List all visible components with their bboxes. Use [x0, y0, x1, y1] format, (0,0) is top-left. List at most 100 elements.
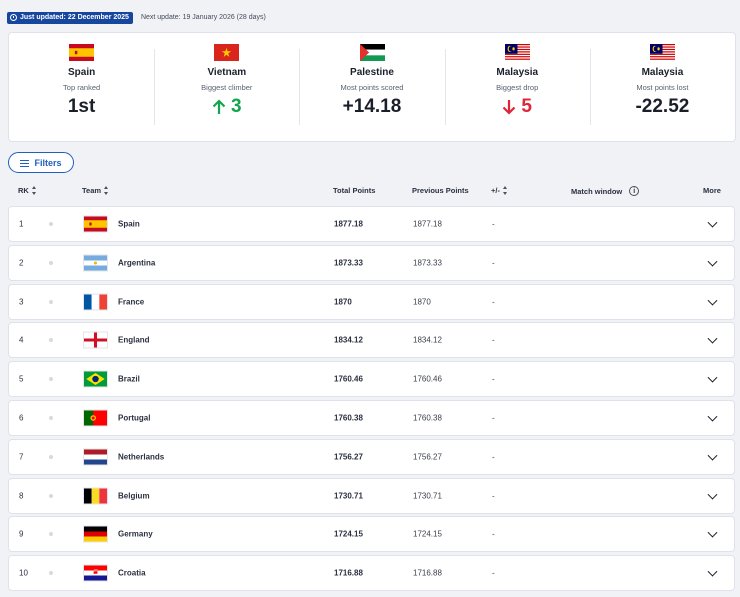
table-header: RK Team Total Points Previous Points +/-…: [0, 186, 740, 198]
previous-points: 1724.15: [413, 529, 442, 539]
filters-button[interactable]: Filters: [8, 152, 74, 173]
table-row[interactable]: 8 Belgium 1730.71 1730.71 -: [8, 477, 735, 514]
rank-cell: 9: [19, 529, 24, 539]
movement-dot: [49, 299, 53, 304]
total-points: 1760.46: [334, 374, 363, 384]
movement-dot: [49, 493, 53, 498]
total-points: 1760.38: [334, 413, 363, 423]
column-match-window: Match window i: [571, 186, 640, 196]
rankings-table: 1 Spain 1877.18 1877.18 - 2 Argentina 18…: [8, 206, 735, 594]
team-name[interactable]: England: [118, 336, 150, 345]
chevron-down-icon[interactable]: [707, 411, 718, 422]
team-name[interactable]: Croatia: [118, 569, 146, 578]
team-name[interactable]: Germany: [118, 530, 153, 539]
highlight-most-points-lost: Malaysia Most points lost -22.52: [589, 33, 735, 141]
previous-points: 1760.46: [413, 374, 442, 384]
belgium-flag-icon: [83, 487, 108, 505]
team-name[interactable]: Portugal: [118, 413, 150, 422]
team-name[interactable]: Argentina: [118, 258, 155, 267]
points-change: -: [492, 297, 495, 307]
rank-cell: 5: [19, 374, 24, 384]
update-info: Just updated: 22 December 2025 Next upda…: [7, 11, 266, 24]
column-rank[interactable]: RK: [18, 186, 36, 195]
next-update-text: Next update: 19 January 2026 (28 days): [140, 14, 266, 21]
filters-label: Filters: [34, 157, 62, 168]
table-row[interactable]: 9 Germany 1724.15 1724.15 -: [8, 516, 735, 553]
sort-icon: [31, 186, 36, 195]
previous-points: 1756.27: [413, 452, 442, 462]
highlight-subtitle: Top ranked: [63, 83, 101, 92]
table-row[interactable]: 1 Spain 1877.18 1877.18 -: [8, 206, 735, 242]
points-change: -: [492, 413, 495, 423]
table-row[interactable]: 7 Netherlands 1756.27 1756.27 -: [8, 438, 735, 475]
arrow-down-icon: [502, 99, 516, 115]
movement-dot: [49, 454, 53, 459]
previous-points: 1834.12: [413, 335, 442, 345]
chevron-down-icon[interactable]: [707, 489, 718, 500]
movement-dot: [49, 571, 53, 576]
column-team[interactable]: Team: [82, 186, 109, 195]
points-change: -: [492, 219, 495, 229]
column-previous-points: Previous Points: [412, 186, 469, 195]
team-name[interactable]: Brazil: [118, 375, 140, 384]
sort-icon: [104, 186, 109, 195]
highlight-subtitle: Most points lost: [636, 83, 689, 92]
column-change[interactable]: +/-: [491, 186, 507, 195]
highlight-value: 1st: [67, 96, 96, 117]
chevron-down-icon[interactable]: [707, 295, 718, 306]
malaysia-flag-icon: [649, 44, 675, 61]
highlight-country: Spain: [67, 67, 96, 78]
just-updated-text: Just updated: 22 December 2025: [20, 14, 129, 21]
chevron-down-icon[interactable]: [707, 256, 718, 267]
info-icon[interactable]: i: [629, 186, 640, 196]
brazil-flag-icon: [83, 370, 108, 388]
malaysia-flag-icon: [504, 44, 530, 61]
chevron-down-icon[interactable]: [707, 566, 718, 577]
highlight-subtitle: Biggest climber: [201, 83, 253, 92]
points-change: -: [492, 335, 495, 345]
previous-points: 1716.88: [413, 568, 442, 578]
rank-cell: 1: [19, 219, 24, 229]
highlight-subtitle: Biggest drop: [496, 83, 539, 92]
team-name[interactable]: Belgium: [118, 491, 150, 500]
total-points: 1730.71: [334, 491, 363, 501]
table-row[interactable]: 10 Croatia 1716.88 1716.88 -: [8, 555, 735, 592]
highlight-value: 3: [212, 96, 242, 118]
team-name[interactable]: France: [118, 297, 144, 306]
rank-cell: 8: [19, 491, 24, 501]
table-row[interactable]: 4 England 1834.12 1834.12 -: [8, 322, 735, 359]
chevron-down-icon[interactable]: [707, 372, 718, 383]
clock-icon: [10, 14, 17, 21]
previous-points: 1877.18: [413, 219, 442, 229]
team-name[interactable]: Netherlands: [118, 452, 164, 461]
previous-points: 1760.38: [413, 413, 442, 423]
points-change: -: [492, 491, 495, 501]
previous-points: 1873.33: [413, 258, 442, 268]
chevron-down-icon[interactable]: [707, 217, 718, 228]
points-change: -: [492, 374, 495, 384]
chevron-down-icon[interactable]: [707, 334, 718, 344]
sort-icon: [502, 186, 507, 195]
total-points: 1870: [334, 297, 352, 307]
highlight-value: -22.52: [635, 96, 690, 117]
chevron-down-icon[interactable]: [707, 450, 718, 461]
movement-dot: [49, 415, 53, 420]
highlight-biggest-climber: Vietnam Biggest climber 3: [154, 33, 299, 141]
movement-dot: [49, 338, 53, 343]
movement-dot: [49, 377, 53, 382]
germany-flag-icon: [83, 525, 108, 543]
table-row[interactable]: 5 Brazil 1760.46 1760.46 -: [8, 361, 735, 398]
movement-dot: [49, 222, 53, 226]
highlight-country: Palestine: [350, 67, 394, 78]
rank-cell: 4: [19, 335, 24, 345]
points-change: -: [492, 258, 495, 268]
chevron-down-icon[interactable]: [707, 528, 718, 538]
table-row[interactable]: 3 France 1870 1870 -: [8, 283, 735, 320]
rank-cell: 7: [19, 452, 24, 462]
highlight-country: Malaysia: [496, 67, 539, 78]
table-row[interactable]: 6 Portugal 1760.38 1760.38 -: [8, 399, 735, 436]
filter-sliders-icon: [20, 159, 30, 167]
team-name[interactable]: Spain: [118, 220, 140, 229]
table-row[interactable]: 2 Argentina 1873.33 1873.33 -: [8, 244, 735, 281]
points-change: -: [492, 452, 495, 462]
